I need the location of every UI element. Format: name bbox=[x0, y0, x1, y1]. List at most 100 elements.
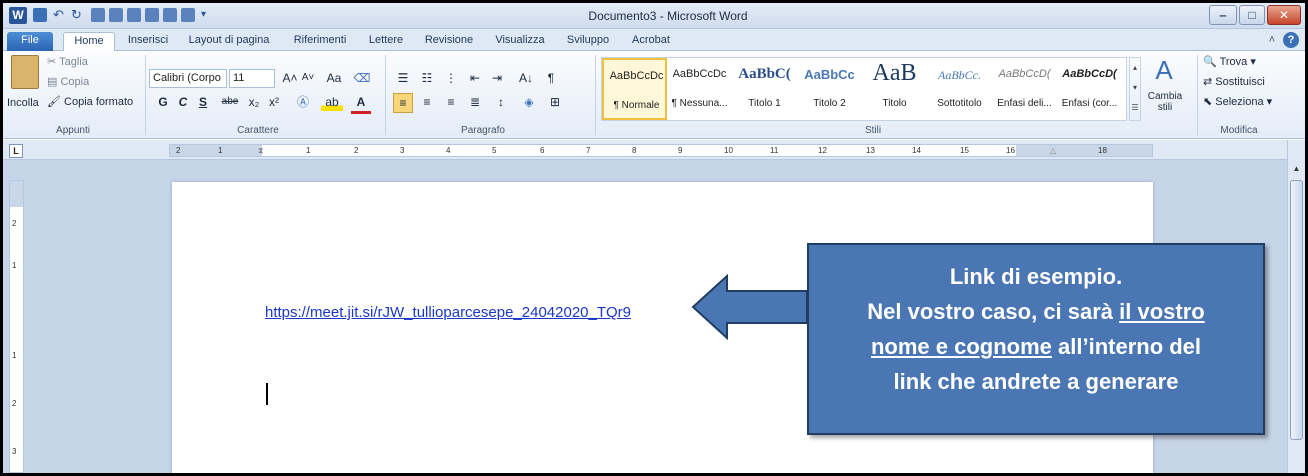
grow-font-button[interactable]: A˄ bbox=[281, 69, 299, 87]
ruler-number: 14 bbox=[912, 146, 921, 155]
word-window: W ↶ ↻ ▾ Documento3 - Microsoft Word ‒ □ … bbox=[0, 0, 1308, 476]
style-titolo[interactable]: AaB Titolo bbox=[862, 58, 927, 120]
style-sample: AaB bbox=[872, 60, 917, 86]
cut-button[interactable]: ✂ Taglia bbox=[47, 55, 88, 68]
styles-gallery[interactable]: AaBbCcDc ¶ Normale AaBbCcDc ¶ Nessuna...… bbox=[601, 57, 1127, 121]
style-titolo-2[interactable]: AaBbCc Titolo 2 bbox=[797, 58, 862, 120]
strikethrough-button[interactable]: abe bbox=[217, 93, 243, 111]
tab-acrobat[interactable]: Acrobat bbox=[625, 32, 677, 51]
help-icon[interactable]: ? bbox=[1283, 32, 1299, 48]
tab-selector-button[interactable]: L bbox=[9, 144, 23, 158]
italic-button[interactable]: C bbox=[175, 93, 191, 111]
style-sample: AaBbC( bbox=[738, 66, 791, 82]
line-spacing-icon[interactable]: ↕ bbox=[491, 93, 511, 111]
close-button[interactable]: ✕ bbox=[1267, 5, 1301, 25]
qat-layout-icon[interactable] bbox=[91, 8, 105, 22]
ruler-number: 10 bbox=[724, 146, 733, 155]
ruler-number: 6 bbox=[540, 146, 545, 155]
font-color-button[interactable]: A bbox=[351, 93, 371, 114]
bullets-icon[interactable]: ☰ bbox=[393, 69, 413, 87]
underline-button[interactable]: S bbox=[195, 93, 211, 111]
qat-view-icon[interactable] bbox=[109, 8, 123, 22]
gallery-scroll-icon[interactable]: ▴ ▾ ☰ bbox=[1129, 57, 1141, 121]
multilevel-list-icon[interactable]: ⋮ bbox=[441, 69, 461, 87]
font-name-combo[interactable]: Calibri (Corpo bbox=[149, 69, 227, 88]
copy-button[interactable]: ▤ Copia bbox=[47, 75, 89, 88]
paste-icon[interactable] bbox=[11, 55, 39, 89]
clear-format-icon[interactable]: ⌫ bbox=[353, 69, 371, 87]
shading-icon[interactable]: ◈ bbox=[519, 93, 539, 111]
align-right-icon[interactable]: ≡ bbox=[441, 93, 461, 111]
select-button[interactable]: ⬉ Seleziona ▾ bbox=[1203, 95, 1272, 108]
save-icon[interactable] bbox=[33, 8, 47, 22]
text-cursor bbox=[266, 383, 268, 405]
qat-print-icon[interactable] bbox=[163, 8, 177, 22]
align-left-icon[interactable]: ≡ bbox=[393, 93, 413, 113]
hyperlink[interactable]: https://meet.jit.si/rJW_tullioparcesepe_… bbox=[265, 304, 631, 321]
tab-visualizza[interactable]: Visualizza bbox=[489, 32, 551, 51]
borders-icon[interactable]: ⊞ bbox=[545, 93, 565, 111]
style-name: Enfasi (cor... bbox=[1061, 98, 1118, 109]
ruler-number: 3 bbox=[400, 146, 405, 155]
style-sample: AaBbCc. bbox=[938, 68, 981, 82]
ribbon-collapse-icon[interactable]: ˄ bbox=[1265, 32, 1279, 51]
paste-button[interactable]: Incolla bbox=[7, 97, 39, 109]
tab-lettere[interactable]: Lettere bbox=[363, 32, 409, 51]
right-indent-icon[interactable]: △ bbox=[1050, 145, 1056, 156]
superscript-button[interactable]: x² bbox=[265, 93, 283, 111]
justify-icon[interactable]: ≣ bbox=[465, 93, 485, 111]
align-center-icon[interactable]: ≡ bbox=[417, 93, 437, 111]
shrink-font-button[interactable]: A˅ bbox=[299, 69, 317, 87]
find-button[interactable]: 🔍 Trova ▾ bbox=[1203, 55, 1256, 68]
style-normale[interactable]: AaBbCcDc ¶ Normale bbox=[602, 58, 667, 120]
format-painter-button[interactable]: 🖌 Copia formato bbox=[47, 95, 133, 108]
change-styles-icon[interactable]: A bbox=[1149, 55, 1179, 85]
tab-inserisci[interactable]: Inserisci bbox=[125, 32, 171, 51]
indent-marker-icon[interactable]: ⧗ bbox=[258, 145, 264, 156]
replace-button[interactable]: ⇄ Sostituisci bbox=[1203, 75, 1265, 88]
tab-file[interactable]: File bbox=[7, 32, 53, 51]
style-enfasi-delicata[interactable]: AaBbCcD( Enfasi deli... bbox=[992, 58, 1057, 120]
tab-riferimenti[interactable]: Riferimenti bbox=[287, 32, 353, 51]
numbering-icon[interactable]: ☷ bbox=[417, 69, 437, 87]
style-name: Sottotitolo bbox=[937, 98, 982, 109]
tab-revisione[interactable]: Revisione bbox=[419, 32, 479, 51]
vertical-scrollbar[interactable]: ▲ bbox=[1287, 140, 1305, 473]
qat-customize-icon[interactable]: ▾ bbox=[201, 8, 215, 22]
tab-layout[interactable]: Layout di pagina bbox=[181, 32, 277, 51]
show-formatting-button[interactable]: ¶ bbox=[543, 69, 559, 87]
horizontal-ruler[interactable]: 2 1 ⧗ 1 2 3 4 5 6 7 8 9 10 11 12 13 14 1… bbox=[169, 144, 1153, 157]
scroll-up-icon[interactable]: ▲ bbox=[1290, 162, 1303, 176]
decrease-indent-icon[interactable]: ⇤ bbox=[465, 69, 485, 87]
increase-indent-icon[interactable]: ⇥ bbox=[487, 69, 507, 87]
change-case-button[interactable]: Aa bbox=[323, 69, 345, 87]
tab-sviluppo[interactable]: Sviluppo bbox=[561, 32, 615, 51]
maximize-button[interactable]: □ bbox=[1239, 5, 1265, 25]
tab-home[interactable]: Home bbox=[63, 32, 115, 51]
window-title: Documento3 - Microsoft Word bbox=[588, 9, 748, 23]
highlight-icon[interactable]: ab bbox=[321, 93, 343, 111]
minimize-button[interactable]: ‒ bbox=[1209, 5, 1237, 25]
callout-underlined-text: nome e cognome bbox=[870, 334, 1052, 359]
subscript-button[interactable]: x₂ bbox=[245, 93, 263, 111]
redo-icon[interactable]: ↻ bbox=[71, 8, 85, 22]
style-enfasi-corsivo[interactable]: AaBbCcD( Enfasi (cor... bbox=[1057, 58, 1122, 120]
font-size-combo[interactable]: 11 bbox=[229, 69, 275, 88]
vertical-ruler[interactable]: 2 1 1 2 3 bbox=[9, 180, 24, 473]
ruler-number: 12 bbox=[818, 146, 827, 155]
qat-list-icon[interactable] bbox=[145, 8, 159, 22]
qat-table-icon[interactable] bbox=[127, 8, 141, 22]
ruler-number: 2 bbox=[176, 146, 181, 155]
scrollbar-thumb[interactable] bbox=[1290, 180, 1303, 440]
style-sottotitolo[interactable]: AaBbCc. Sottotitolo bbox=[927, 58, 992, 120]
text-effects-icon[interactable]: Ⓐ bbox=[293, 93, 313, 111]
style-titolo-1[interactable]: AaBbC( Titolo 1 bbox=[732, 58, 797, 120]
style-nessuna[interactable]: AaBbCcDc ¶ Nessuna... bbox=[667, 58, 732, 120]
word-logo-icon[interactable]: W bbox=[9, 7, 27, 24]
qat-grid-icon[interactable] bbox=[181, 8, 195, 22]
sort-button[interactable]: A↓ bbox=[515, 69, 537, 87]
bold-button[interactable]: G bbox=[155, 93, 171, 111]
change-styles-button[interactable]: Cambia stili bbox=[1147, 91, 1183, 113]
undo-icon[interactable]: ↶ bbox=[53, 8, 67, 22]
left-arrow-icon bbox=[691, 274, 808, 340]
